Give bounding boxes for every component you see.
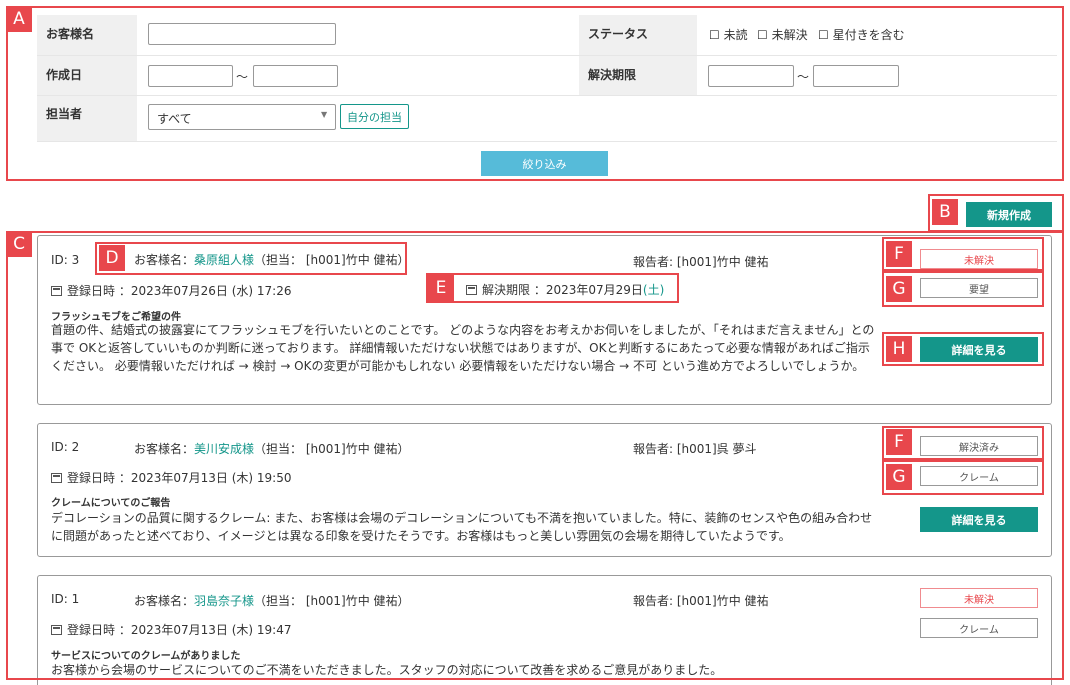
annotation-box-a — [6, 6, 1064, 181]
annotation-label-h: H — [886, 336, 912, 362]
annotation-box-e — [426, 273, 679, 303]
annotation-label-b: B — [932, 199, 958, 225]
annotation-label-g: G — [886, 464, 912, 490]
annotation-box-d — [95, 242, 407, 275]
annotation-label-f: F — [886, 241, 912, 267]
annotation-label-f: F — [886, 429, 912, 455]
annotation-label-d: D — [99, 245, 125, 271]
annotation-label-e: E — [428, 275, 454, 301]
annotation-label-a: A — [6, 6, 32, 32]
annotation-label-g: G — [886, 276, 912, 302]
annotation-label-c: C — [6, 231, 32, 257]
